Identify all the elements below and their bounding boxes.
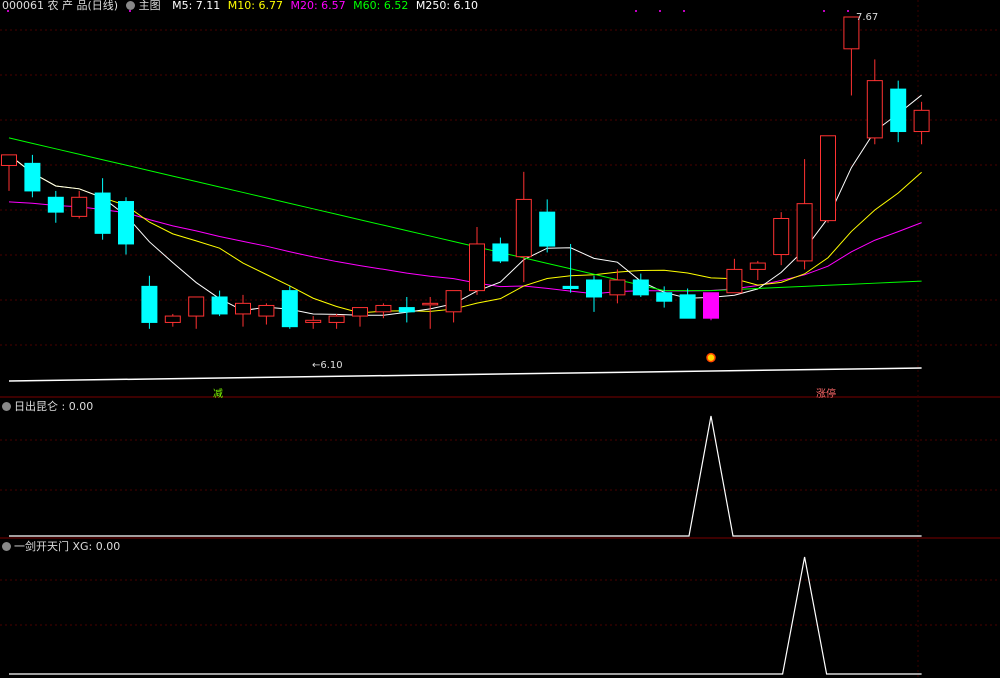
candle-body <box>726 268 743 294</box>
candle-body <box>586 279 602 298</box>
candle-body <box>398 307 415 313</box>
candle-body <box>913 109 930 133</box>
indicator-line <box>9 556 922 675</box>
candle-body <box>1 154 17 166</box>
ma20-value: M20: 6.57 <box>290 0 346 12</box>
candle-body <box>118 201 134 245</box>
collapse-icon[interactable] <box>125 1 135 10</box>
ma5-line <box>8 94 922 316</box>
candle-body <box>258 304 275 317</box>
collapse-icon[interactable] <box>2 542 11 551</box>
candle-body <box>211 296 228 315</box>
grid-lines <box>0 0 1000 678</box>
top-marker-dot <box>659 10 661 12</box>
candle-body <box>469 243 485 292</box>
candle-body <box>632 279 649 296</box>
candle-body <box>679 294 696 319</box>
kline-chart <box>0 0 1000 678</box>
top-marker-dot <box>823 10 825 12</box>
ma250-value: M250: 6.10 <box>415 0 479 12</box>
candle-body <box>188 296 205 317</box>
candle-body <box>281 290 298 328</box>
ma5-value: M5: 7.11 <box>172 0 221 12</box>
candle-body <box>890 88 907 133</box>
candle-body <box>749 262 766 270</box>
candle-body <box>609 279 626 296</box>
chart-header: 000061 农 产 品(日线) 主图 M5: 7.11 M10: 6.77 M… <box>2 0 482 13</box>
candle-body <box>352 307 368 317</box>
candle-body <box>375 304 392 313</box>
candle-body <box>515 198 532 258</box>
ma60-value: M60: 6.52 <box>353 0 409 12</box>
ma60-line <box>8 137 922 292</box>
panel3-header[interactable]: 一剑开天门 XG: 0.00 <box>2 538 120 554</box>
lower-indicator-lines <box>9 415 922 675</box>
candle-body <box>703 292 719 319</box>
candle-body <box>866 80 883 139</box>
tag-limit-up: 涨停 <box>816 389 836 400</box>
high-price-label: 7.67 <box>856 12 879 23</box>
candle-body <box>235 302 251 315</box>
collapse-icon[interactable] <box>2 402 11 411</box>
candle-body <box>328 315 345 323</box>
candle-body <box>141 285 158 323</box>
main-label[interactable]: 主图 <box>125 0 165 12</box>
top-marker-dot <box>683 10 685 12</box>
ma10-value: M10: 6.77 <box>227 0 283 12</box>
candle-body <box>656 292 673 302</box>
candle-body <box>422 302 439 306</box>
top-marker-dot <box>847 10 849 12</box>
candle-body <box>539 211 556 247</box>
tag-reduce: 减 <box>213 389 223 400</box>
candle-body <box>305 319 322 323</box>
ma250-line <box>8 367 922 382</box>
candle-body <box>164 315 181 323</box>
panel2-label: 日出昆仑 : 0.00 <box>14 400 94 413</box>
top-marker-dot <box>635 10 637 12</box>
indicator-line <box>9 415 922 537</box>
low-price-label: ←6.10 <box>312 360 343 371</box>
candle-body <box>47 196 64 213</box>
candle-body <box>492 243 509 262</box>
candle-body <box>71 196 88 217</box>
panel3-label: 一剑开天门 XG: 0.00 <box>14 540 121 553</box>
candle-body <box>796 203 813 262</box>
chart-markers <box>706 352 716 363</box>
candle-body <box>24 162 41 192</box>
candle-body <box>773 217 790 256</box>
candles <box>1 16 930 329</box>
signal-dot <box>706 352 716 363</box>
candle-body <box>94 192 111 234</box>
panel2-header[interactable]: 日出昆仑 : 0.00 <box>2 398 93 414</box>
stock-title: 000061 农 产 品(日线) <box>2 0 119 12</box>
candle-body <box>562 285 579 289</box>
candle-body <box>445 290 462 313</box>
candle-body <box>820 135 836 222</box>
